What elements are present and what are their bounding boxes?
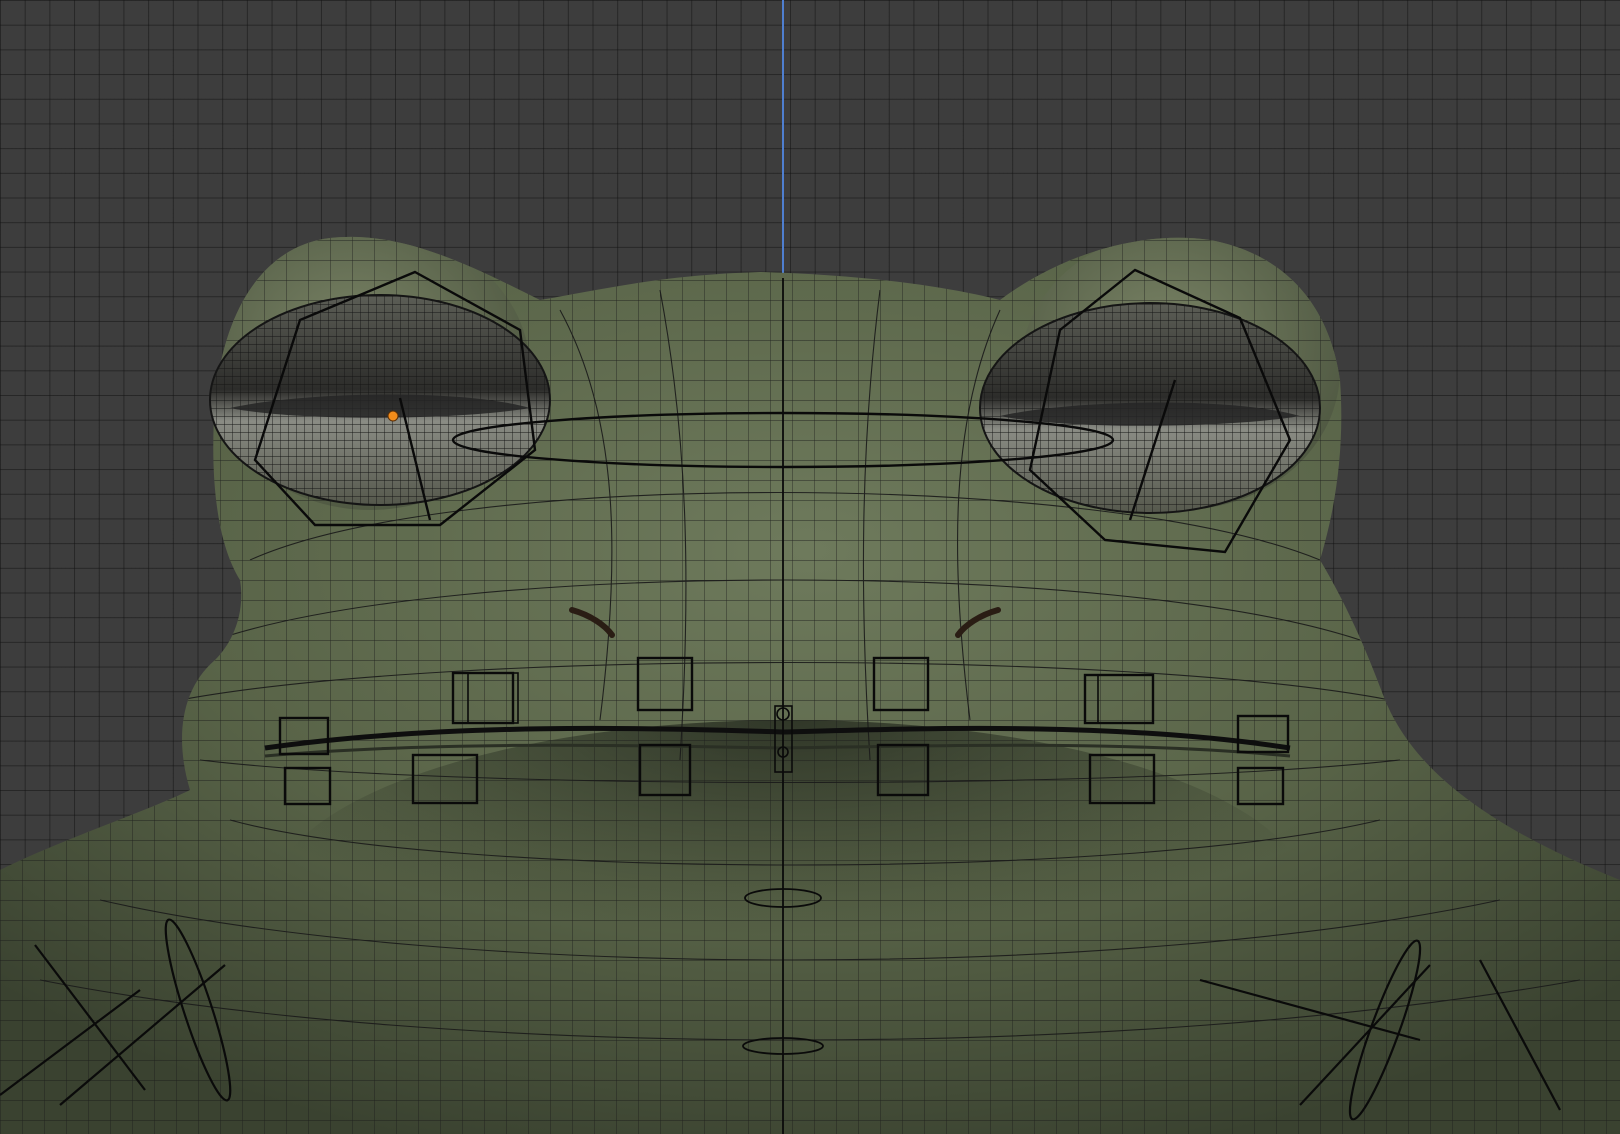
viewport-canvas[interactable] [0,0,1620,1134]
object-origin-dot[interactable] [387,410,399,422]
right-eye[interactable] [979,302,1321,514]
3d-viewport[interactable] [0,0,1620,1134]
left-eye[interactable] [209,294,551,506]
frog-head-mesh[interactable] [0,0,1620,1134]
